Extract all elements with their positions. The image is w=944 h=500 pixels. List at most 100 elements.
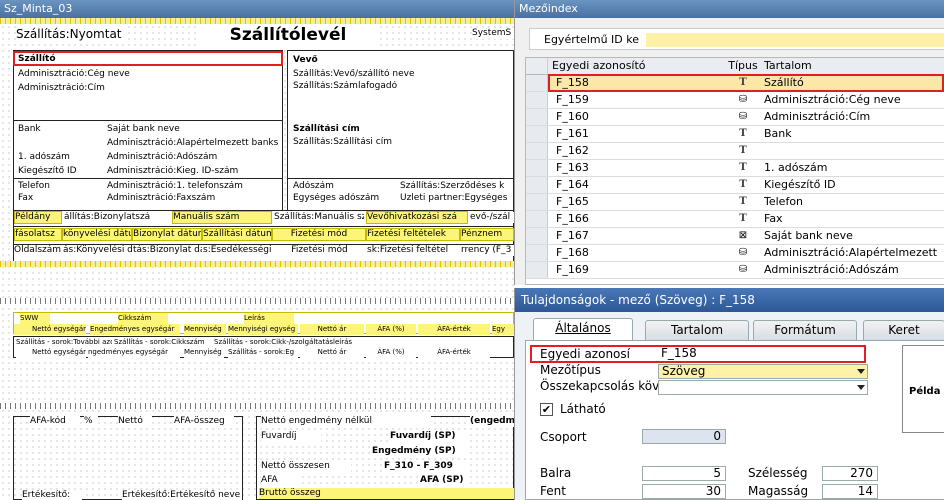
cell[interactable]: ngedményes egységár: [88, 347, 180, 358]
cell[interactable]: SWW: [20, 313, 50, 324]
tab-formatum[interactable]: Formátum: [753, 320, 857, 340]
table-row[interactable]: F_169 ⛁ Adminisztráció:Adószám: [526, 262, 944, 279]
row-selector[interactable]: [526, 228, 548, 244]
row-selector[interactable]: [526, 194, 548, 210]
cell[interactable]: Nettó egységár: [16, 347, 86, 358]
row-selector[interactable]: [526, 262, 548, 278]
cell[interactable]: Fizetési feltételek: [366, 228, 460, 241]
row-selector[interactable]: [526, 92, 548, 108]
row-selector[interactable]: [526, 109, 548, 125]
cell[interactable]: Mennyiség: [184, 324, 226, 335]
table-row[interactable]: F_167 ⊠ Saját bank neve: [526, 228, 944, 245]
field-ceg[interactable]: Adminisztráció:Cég neve: [18, 69, 278, 80]
cell[interactable]: Egy: [492, 324, 514, 335]
input-fent[interactable]: 30: [642, 484, 726, 499]
cell[interactable]: Nettó ár: [300, 347, 364, 358]
field-engedmeny[interactable]: Nettó engedmény nélkül: [261, 416, 431, 427]
field-engedm-short[interactable]: (engedm: [470, 416, 514, 427]
cell[interactable]: Szállítás:Manuális szá: [274, 212, 364, 223]
cell[interactable]: Oldalszám: [14, 245, 62, 256]
cell[interactable]: sk:Fizetési feltétel: [367, 245, 460, 256]
field-netto-osszesen[interactable]: Nettó összesen: [261, 461, 351, 472]
tab-altalanos[interactable]: Általános: [533, 318, 633, 340]
select-mezotipus[interactable]: Szöveg: [658, 364, 868, 379]
field-bank-value[interactable]: Saját bank neve: [107, 124, 279, 135]
field-vevo-line2[interactable]: Szállítás:Számlafogadó: [293, 81, 511, 92]
cell[interactable]: Nettó ár: [300, 324, 364, 335]
input-magassag[interactable]: 14: [822, 484, 878, 499]
field-fax-label[interactable]: Fax: [18, 193, 98, 204]
designer-canvas[interactable]: Szállítás:Nyomtat Szállítólevél SystemS …: [0, 18, 514, 500]
field-pct[interactable]: %: [84, 416, 98, 427]
cell[interactable]: Engedményes egységár: [90, 324, 180, 335]
field-szallitasi-cim-value[interactable]: Szállítás:Szállítási cím: [293, 137, 511, 148]
row-selector[interactable]: [526, 160, 548, 176]
field-engedmeny-sp[interactable]: Engedmény (SP): [372, 446, 470, 457]
field-system[interactable]: SystemS: [472, 28, 514, 39]
field-cim[interactable]: Adminisztráció:Cím: [18, 83, 278, 94]
table-row[interactable]: F_166 T Fax: [526, 211, 944, 228]
cell[interactable]: fásolatsz: [14, 228, 62, 241]
field-ertekesito1[interactable]: Értékesítő:: [22, 490, 82, 500]
field-nyomtatvany[interactable]: Szállítás:Nyomtat: [16, 26, 126, 42]
field-bank-label[interactable]: Bank: [18, 124, 88, 135]
cell[interactable]: ÁFA-érték: [418, 324, 490, 335]
cell[interactable]: Példány: [14, 211, 62, 224]
cell[interactable]: ás:Könyvelési dá: [63, 245, 132, 256]
cell[interactable]: ÁFA (%): [366, 347, 416, 358]
cell[interactable]: Mennyiség: [184, 347, 224, 358]
field-szallito-selected[interactable]: Szállító: [13, 51, 283, 66]
field-vevo-line1[interactable]: Szállítás:Vevő/szállító neve: [293, 69, 511, 80]
field-vevo-label[interactable]: Vevő: [293, 55, 393, 66]
input-balra[interactable]: 5: [642, 466, 726, 481]
col-header-id[interactable]: Egyedi azonosító: [552, 58, 722, 74]
row-selector[interactable]: [526, 211, 548, 227]
row-selector[interactable]: [526, 143, 548, 159]
cell[interactable]: Bizonylat dátum: [132, 228, 202, 241]
cell[interactable]: Leírás: [244, 313, 294, 324]
field-bank2[interactable]: Adminisztráció:Alapértelmezett banks: [107, 138, 279, 149]
tab-tartalom[interactable]: Tartalom: [645, 320, 749, 340]
input-szelesseg[interactable]: 270: [822, 466, 878, 481]
row-selector[interactable]: [526, 75, 548, 91]
document-title[interactable]: Szállítólevél: [198, 24, 378, 46]
cell[interactable]: evő-/szál: [470, 212, 514, 223]
table-row[interactable]: F_168 ⛁ Adminisztráció:Alapértelmezett: [526, 245, 944, 262]
field-telefon-label[interactable]: Telefon: [18, 181, 98, 192]
field-kieg-label[interactable]: Kiegészítő ID: [18, 166, 98, 177]
cell[interactable]: Szállítás - sorok:Eg: [228, 347, 298, 358]
field-kieg-value[interactable]: Adminisztráció:Kieg. ID-szám: [107, 166, 279, 177]
field-uzleti[interactable]: Üzleti partner:Egységes: [400, 193, 512, 204]
cell[interactable]: ÁFA-érték: [418, 347, 490, 358]
field-brutto[interactable]: Bruttó összeg: [259, 488, 514, 499]
table-row[interactable]: F_159 ⛁ Adminisztráció:Cég neve: [526, 92, 944, 109]
table-row[interactable]: F_164 T Kiegészítő ID: [526, 177, 944, 194]
field-szallitasi-cim-label[interactable]: Szállítási cím: [293, 124, 511, 135]
field-adoszam-label[interactable]: 1. adószám: [18, 152, 98, 163]
cell[interactable]: Cikkszám: [118, 313, 168, 324]
table-row[interactable]: F_163 T 1. adószám: [526, 160, 944, 177]
cell[interactable]: Szállítási dátum: [202, 228, 272, 241]
field-szerzodes[interactable]: Szállítás:Szerződéses k: [400, 181, 512, 192]
table-row[interactable]: F_165 T Telefon: [526, 194, 944, 211]
cell[interactable]: állítás:Bizonylatszá: [64, 212, 168, 223]
field-ertekesito2[interactable]: Értékesítő:Értékesítő neve: [122, 490, 242, 500]
cell[interactable]: ÁFA (%): [366, 324, 416, 335]
field-adoszam-value[interactable]: Adminisztráció:Adószám: [107, 152, 279, 163]
field-adoszam2[interactable]: Adószám: [293, 181, 393, 192]
row-selector[interactable]: [526, 245, 548, 261]
field-egyseges[interactable]: Egységes adószám: [293, 193, 398, 204]
cell[interactable]: Nettó egységár: [14, 324, 86, 335]
field-afa-sp[interactable]: ÁFA (SP): [420, 475, 470, 486]
field-afa[interactable]: ÁFA: [261, 475, 301, 486]
cell[interactable]: Manuális szám: [172, 211, 272, 224]
field-fax-value[interactable]: Adminisztráció:Faxszám: [107, 193, 279, 204]
cell[interactable]: s:Esedékességi: [203, 245, 272, 256]
cell[interactable]: Pénznem: [460, 228, 514, 241]
field-afa-kod[interactable]: ÁFA-kód: [30, 416, 80, 427]
col-header-type[interactable]: Típus: [726, 58, 760, 74]
col-header-content[interactable]: Tartalom: [764, 58, 944, 74]
row-selector[interactable]: [526, 177, 548, 193]
search-input[interactable]: [646, 33, 944, 47]
table-row[interactable]: F_158 T Szállító: [526, 74, 944, 92]
